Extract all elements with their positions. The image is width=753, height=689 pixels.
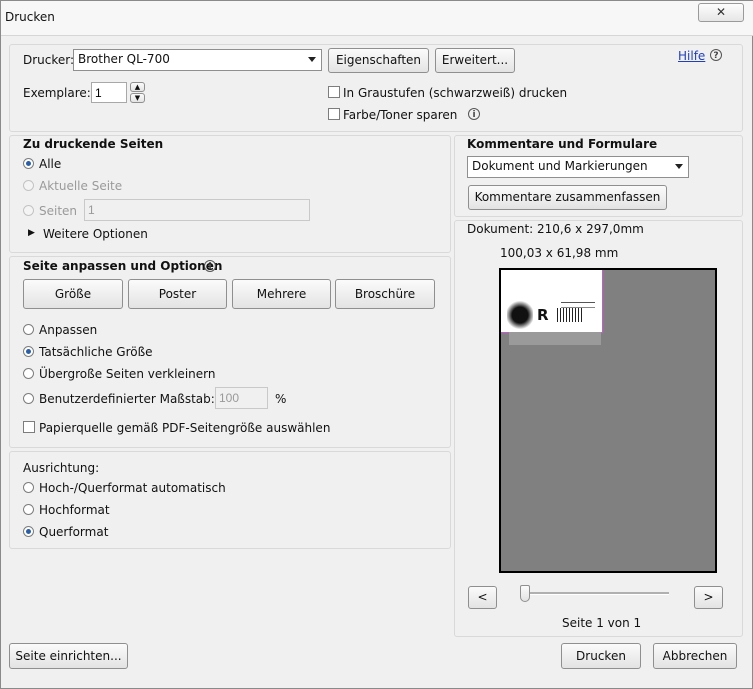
pages-current-label: Aktuelle Seite — [39, 179, 123, 193]
title-bar: Drucken ✕ — [1, 1, 753, 36]
tab-poster[interactable]: Poster — [128, 279, 227, 309]
printer-label: Drucker: — [23, 53, 75, 67]
tab-booklet[interactable]: Broschüre — [335, 279, 435, 309]
grayscale-label: In Graustufen (schwarzweiß) drucken — [343, 86, 568, 100]
pages-range-field[interactable] — [84, 199, 310, 221]
pages-heading: Zu druckende Seiten — [23, 137, 164, 151]
tab-size-label: Größe — [54, 287, 92, 301]
orientation-auto-label: Hoch-/Querformat automatisch — [39, 481, 226, 495]
chevron-down-icon — [308, 57, 316, 62]
custom-scale-label: Benutzerdefinierter Maßstab: — [39, 392, 215, 406]
prev-page-button[interactable]: < — [468, 586, 497, 609]
summarize-comments-button[interactable]: Kommentare zusammenfassen — [468, 185, 667, 210]
info-icon[interactable]: i — [468, 108, 480, 120]
copies-label: Exemplare: — [23, 86, 91, 100]
fit-radio[interactable] — [23, 324, 34, 335]
help-link[interactable]: Hilfe — [678, 49, 705, 63]
page-setup-label: Seite einrichten... — [15, 649, 122, 663]
pages-current-radio[interactable] — [23, 180, 34, 191]
properties-button[interactable]: Eigenschaften — [328, 48, 429, 73]
window-title: Drucken — [5, 10, 55, 24]
preview-text-lines — [561, 302, 595, 308]
help-icon[interactable]: ? — [710, 49, 722, 61]
preview-label-shadow — [509, 332, 601, 345]
close-button[interactable]: ✕ — [698, 3, 744, 22]
tab-multiple-label: Mehrere — [256, 287, 307, 301]
paper-source-checkbox[interactable] — [23, 421, 35, 433]
tab-booklet-label: Broschüre — [354, 287, 416, 301]
next-page-button[interactable]: > — [694, 586, 723, 609]
pages-all-radio[interactable] — [23, 158, 34, 169]
pages-range-radio[interactable] — [23, 205, 34, 216]
printer-select[interactable]: Brother QL-700 — [73, 49, 322, 71]
percent-label: % — [275, 392, 287, 406]
pages-range-label: Seiten — [39, 204, 78, 218]
print-dialog: Drucken ✕ Drucker: Brother QL-700 Eigens… — [0, 0, 753, 689]
shrink-radio[interactable] — [23, 368, 34, 379]
chevron-right-icon: > — [703, 590, 714, 604]
save-toner-label: Farbe/Toner sparen — [343, 108, 458, 122]
advanced-button[interactable]: Erweitert... — [435, 48, 515, 73]
paper-size: 100,03 x 61,98 mm — [500, 246, 619, 260]
custom-scale-radio[interactable] — [23, 393, 34, 404]
print-label: Drucken — [576, 649, 626, 663]
actual-size-label: Tatsächliche Größe — [39, 345, 153, 359]
comments-heading: Kommentare und Formulare — [467, 137, 658, 151]
landscape-label: Querformat — [39, 525, 109, 539]
properties-button-label: Eigenschaften — [335, 53, 422, 67]
close-icon: ✕ — [715, 5, 727, 19]
fit-label: Anpassen — [39, 323, 98, 337]
page-slider-thumb[interactable] — [520, 585, 530, 602]
cancel-label: Abbrechen — [662, 649, 728, 663]
advanced-button-label: Erweitert... — [441, 53, 509, 67]
tab-poster-label: Poster — [158, 287, 197, 301]
portrait-radio[interactable] — [23, 504, 34, 515]
page-indicator: Seite 1 von 1 — [562, 616, 642, 630]
preview-barcode — [557, 308, 583, 322]
paper-source-label: Papierquelle gemäß PDF-Seitengröße auswä… — [39, 421, 331, 435]
save-toner-checkbox[interactable] — [328, 108, 340, 120]
copies-field[interactable] — [91, 82, 127, 103]
triangle-right-icon[interactable]: ▶ — [28, 228, 35, 238]
preview-label-letter: R — [537, 306, 549, 324]
page-setup-button[interactable]: Seite einrichten... — [9, 643, 128, 669]
page-slider-track[interactable] — [523, 592, 669, 595]
more-options-label[interactable]: Weitere Optionen — [43, 227, 148, 241]
orientation-heading: Ausrichtung: — [23, 461, 100, 475]
printer-select-value: Brother QL-700 — [78, 52, 170, 66]
preview-label-page: R — [501, 270, 603, 333]
chevron-down-icon — [675, 164, 683, 169]
copies-up-button[interactable]: ▲ — [130, 82, 145, 92]
actual-size-radio[interactable] — [23, 346, 34, 357]
scale-field[interactable] — [215, 387, 268, 409]
grayscale-checkbox[interactable] — [328, 86, 340, 98]
fit-heading: Seite anpassen und Optionen — [23, 259, 223, 273]
tab-size[interactable]: Größe — [23, 279, 123, 309]
print-button[interactable]: Drucken — [561, 643, 641, 669]
info-icon[interactable]: i — [204, 260, 216, 272]
tab-multiple[interactable]: Mehrere — [232, 279, 331, 309]
shrink-label: Übergroße Seiten verkleinern — [39, 367, 216, 381]
summarize-comments-label: Kommentare zusammenfassen — [474, 190, 661, 204]
preview-smudge — [507, 300, 533, 330]
cancel-button[interactable]: Abbrechen — [653, 643, 737, 669]
portrait-label: Hochformat — [39, 503, 110, 517]
orientation-auto-radio[interactable] — [23, 482, 34, 493]
document-size: Dokument: 210,6 x 297,0mm — [467, 222, 644, 236]
pages-all-label: Alle — [39, 157, 62, 171]
chevron-left-icon: < — [477, 590, 488, 604]
comments-select-value: Dokument und Markierungen — [472, 159, 648, 173]
comments-select[interactable]: Dokument und Markierungen — [467, 156, 689, 178]
landscape-radio[interactable] — [23, 526, 34, 537]
copies-down-button[interactable]: ▼ — [130, 93, 145, 103]
